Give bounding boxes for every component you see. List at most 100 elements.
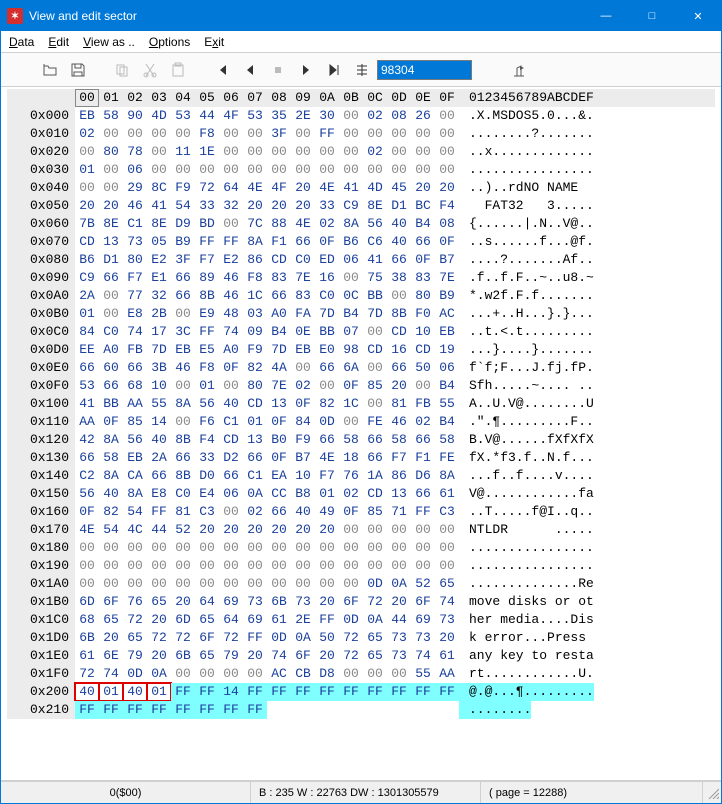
- hex-byte[interactable]: 20: [387, 377, 411, 395]
- hex-byte[interactable]: 6D: [171, 611, 195, 629]
- hex-byte[interactable]: 46: [123, 197, 147, 215]
- hex-byte[interactable]: 74: [219, 323, 243, 341]
- hex-byte[interactable]: 00: [219, 161, 243, 179]
- hex-byte[interactable]: 08: [387, 107, 411, 125]
- hex-byte[interactable]: 86: [243, 251, 267, 269]
- hex-byte[interactable]: 00: [435, 107, 459, 125]
- hex-byte[interactable]: F7: [387, 449, 411, 467]
- hex-byte[interactable]: F0: [411, 305, 435, 323]
- hex-byte[interactable]: 86: [387, 467, 411, 485]
- hex-byte[interactable]: 76: [123, 593, 147, 611]
- hex-row[interactable]: 0x1A00000000000000000000000000D0A5265...…: [7, 575, 715, 593]
- hex-byte[interactable]: 33: [195, 197, 219, 215]
- hex-byte[interactable]: EB: [123, 449, 147, 467]
- hex-byte[interactable]: F8: [243, 269, 267, 287]
- hex-byte[interactable]: 44: [195, 107, 219, 125]
- hex-byte[interactable]: 84: [291, 413, 315, 431]
- hex-byte[interactable]: 2B: [147, 305, 171, 323]
- hex-byte[interactable]: 26: [411, 107, 435, 125]
- hex-byte[interactable]: 52: [411, 575, 435, 593]
- hex-byte[interactable]: 6B: [75, 629, 99, 647]
- hex-byte[interactable]: 3F: [171, 251, 195, 269]
- hex-byte[interactable]: 00: [75, 575, 99, 593]
- hex-byte[interactable]: FF: [195, 683, 219, 701]
- hex-byte[interactable]: 85: [363, 377, 387, 395]
- hex-byte[interactable]: 4E: [315, 179, 339, 197]
- hex-byte[interactable]: 00: [435, 521, 459, 539]
- hex-byte[interactable]: FF: [123, 701, 147, 719]
- hex-byte[interactable]: E8: [147, 485, 171, 503]
- hex-byte[interactable]: 0F: [315, 233, 339, 251]
- hex-byte[interactable]: 66: [363, 431, 387, 449]
- hex-byte[interactable]: 8A: [339, 215, 363, 233]
- hex-byte[interactable]: 8B: [195, 287, 219, 305]
- hex-byte[interactable]: 00: [195, 539, 219, 557]
- hex-byte[interactable]: 00: [243, 557, 267, 575]
- hex-row[interactable]: 0x090C966F7E1668946F8837E16007538837E.f.…: [7, 269, 715, 287]
- hex-byte[interactable]: 61: [435, 485, 459, 503]
- hex-byte[interactable]: 0D: [315, 413, 339, 431]
- hex-byte[interactable]: AC: [435, 305, 459, 323]
- hex-byte[interactable]: 40: [123, 683, 147, 701]
- hex-byte[interactable]: 50: [411, 359, 435, 377]
- hex-byte[interactable]: 7D: [267, 341, 291, 359]
- hex-byte[interactable]: 05: [147, 233, 171, 251]
- hex-byte[interactable]: 73: [123, 233, 147, 251]
- hex-byte[interactable]: 48: [219, 305, 243, 323]
- hex-byte[interactable]: 13: [387, 485, 411, 503]
- hex-row[interactable]: 0x000EB58904D53444F53352E300002082600.X.…: [7, 107, 715, 125]
- hex-byte[interactable]: 01: [99, 683, 123, 701]
- hex-byte[interactable]: 00: [147, 539, 171, 557]
- hex-byte[interactable]: 20: [267, 521, 291, 539]
- hex-byte[interactable]: 00: [339, 665, 363, 683]
- hex-byte[interactable]: 00: [315, 557, 339, 575]
- hex-byte[interactable]: FF: [243, 683, 267, 701]
- hex-byte[interactable]: 66: [291, 233, 315, 251]
- hex-byte[interactable]: 4E: [75, 521, 99, 539]
- hex-byte[interactable]: A0: [219, 341, 243, 359]
- hex-byte[interactable]: 00: [339, 575, 363, 593]
- hex-row[interactable]: 0x1D06B206572726F72FF0D0A507265737320k e…: [7, 629, 715, 647]
- hex-byte[interactable]: 35: [267, 107, 291, 125]
- hex-byte[interactable]: 69: [219, 593, 243, 611]
- hex-row[interactable]: 0x0502020464154333220202033C98ED1BCF4 FA…: [7, 197, 715, 215]
- hex-byte[interactable]: F8: [195, 359, 219, 377]
- hex-byte[interactable]: 00: [411, 557, 435, 575]
- hex-byte[interactable]: 7B: [75, 215, 99, 233]
- hex-byte[interactable]: 61: [267, 611, 291, 629]
- hex-byte[interactable]: 49: [315, 503, 339, 521]
- hex-byte[interactable]: F9: [291, 431, 315, 449]
- hex-row[interactable]: 0x1C0686572206D656469612EFF0D0A446973her…: [7, 611, 715, 629]
- hex-byte[interactable]: FF: [435, 683, 459, 701]
- hex-byte[interactable]: 53: [243, 107, 267, 125]
- hex-byte[interactable]: 7D: [147, 341, 171, 359]
- hex-byte[interactable]: 65: [363, 647, 387, 665]
- hex-byte[interactable]: 4D: [363, 179, 387, 197]
- hex-byte[interactable]: 00: [363, 125, 387, 143]
- hex-byte[interactable]: B6: [339, 233, 363, 251]
- minimize-button[interactable]: —: [583, 1, 629, 31]
- hex-byte[interactable]: 81: [387, 395, 411, 413]
- hex-byte[interactable]: 2A: [147, 449, 171, 467]
- hex-byte[interactable]: 68: [123, 377, 147, 395]
- hex-byte[interactable]: 2A: [75, 287, 99, 305]
- hex-byte[interactable]: 6B: [267, 593, 291, 611]
- hex-byte[interactable]: 00: [291, 143, 315, 161]
- hex-byte[interactable]: 38: [387, 269, 411, 287]
- hex-byte[interactable]: C6: [363, 233, 387, 251]
- hex-byte[interactable]: 00: [363, 323, 387, 341]
- hex-byte[interactable]: 20: [315, 593, 339, 611]
- hex-byte[interactable]: 00: [339, 539, 363, 557]
- hex-byte[interactable]: D1: [387, 197, 411, 215]
- hex-byte[interactable]: 00: [147, 143, 171, 161]
- hex-byte[interactable]: 02: [339, 485, 363, 503]
- hex-byte[interactable]: 64: [219, 179, 243, 197]
- hex-byte[interactable]: 68: [75, 611, 99, 629]
- hex-byte[interactable]: C3: [195, 503, 219, 521]
- hex-byte[interactable]: 6F: [99, 593, 123, 611]
- hex-byte[interactable]: 83: [291, 287, 315, 305]
- hex-byte[interactable]: CD: [243, 395, 267, 413]
- hex-byte[interactable]: CD: [363, 341, 387, 359]
- hex-byte[interactable]: 00: [387, 539, 411, 557]
- hex-byte[interactable]: 0F: [267, 413, 291, 431]
